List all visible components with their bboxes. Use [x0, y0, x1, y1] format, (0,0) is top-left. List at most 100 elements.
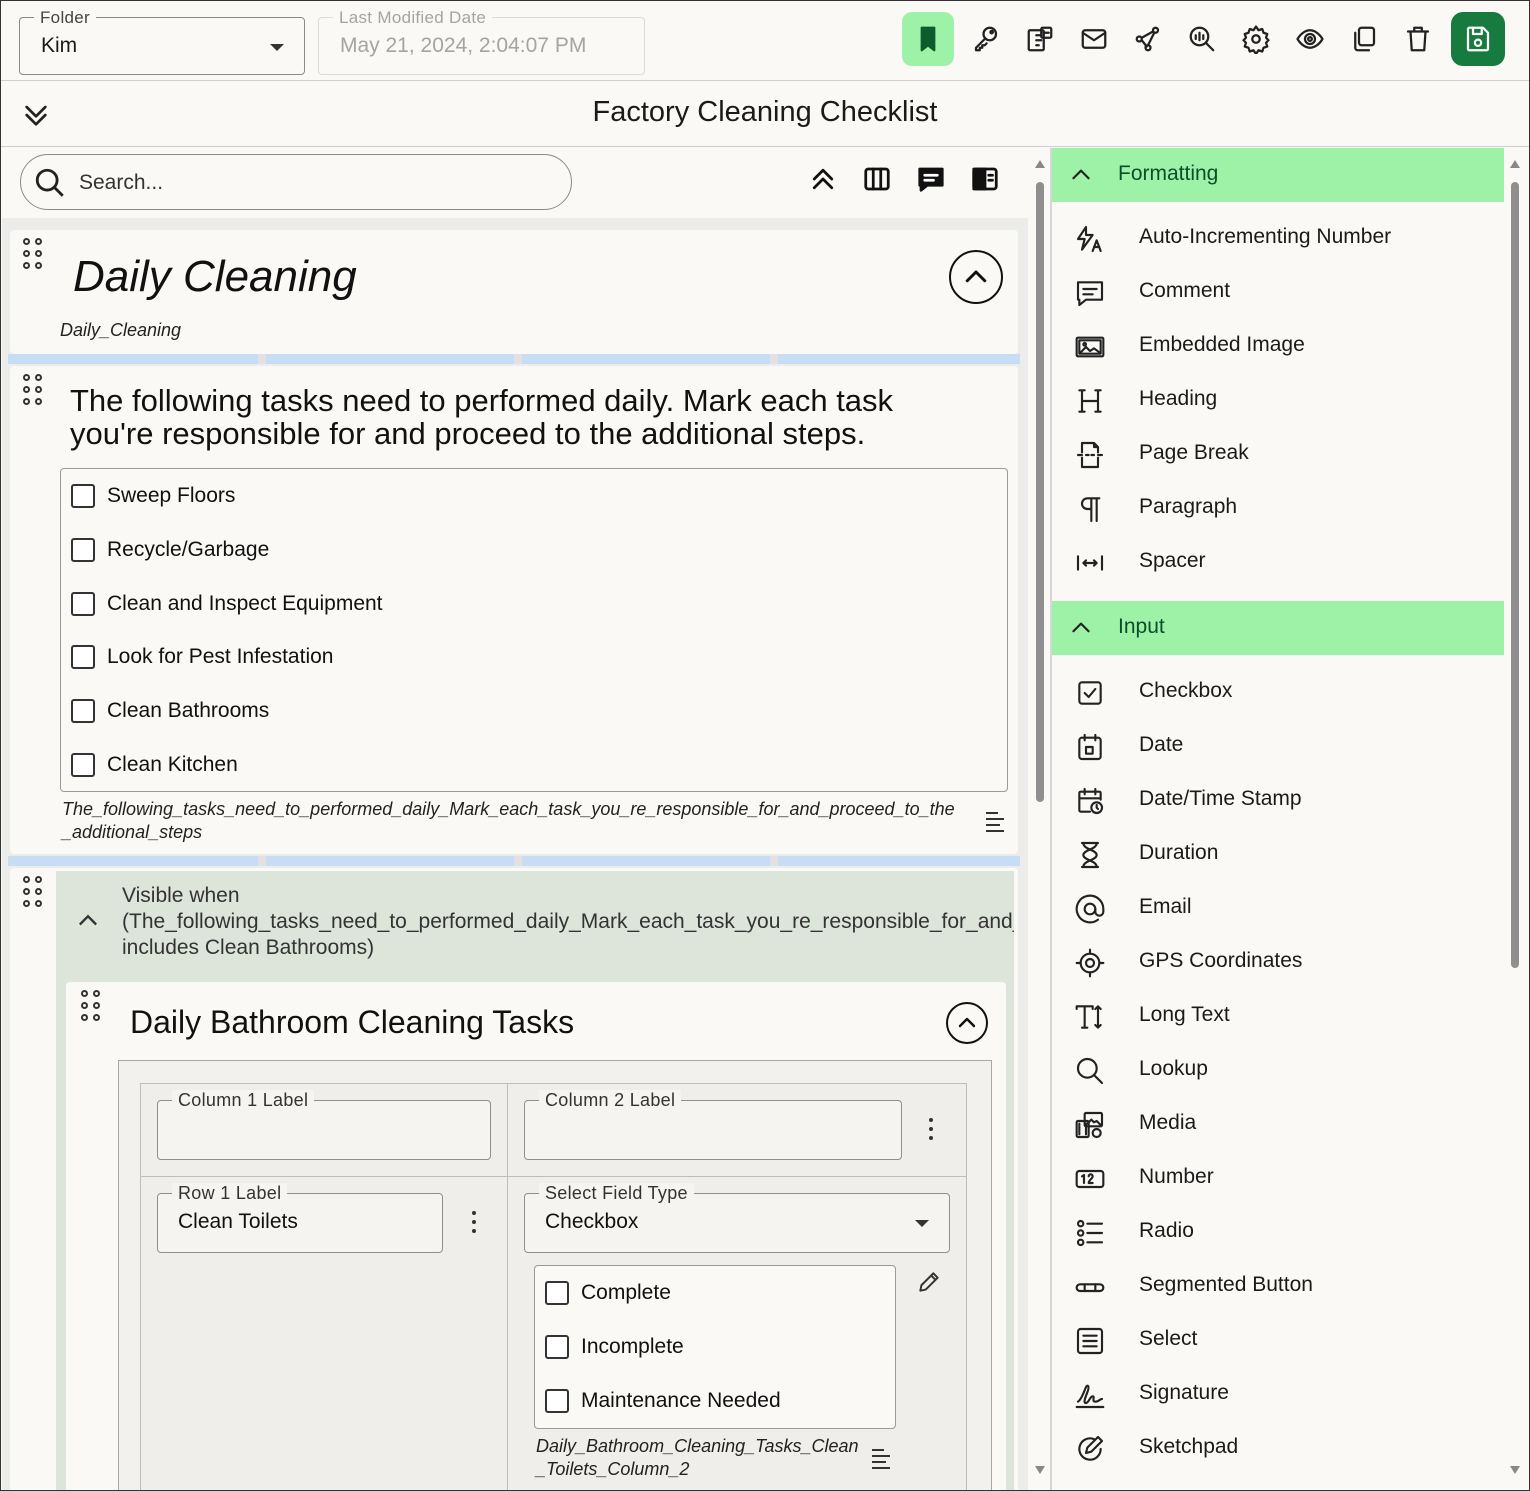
- palette-item-label: Embedded Image: [1139, 333, 1305, 356]
- palette-item-email[interactable]: Email: [1052, 881, 1504, 935]
- share-button[interactable]: [1122, 12, 1174, 66]
- checklist-prompt: The following tasks need to performed da…: [70, 384, 1010, 450]
- collapse-section-button[interactable]: [949, 250, 1003, 304]
- search-icon: [35, 168, 64, 197]
- palette-item-signature[interactable]: Signature: [1052, 1367, 1504, 1421]
- chevron-up-icon: [958, 1017, 976, 1028]
- checkbox[interactable]: [71, 645, 95, 669]
- share-icon: [1135, 26, 1160, 52]
- bookmark-button[interactable]: [902, 12, 954, 66]
- mail-button[interactable]: [1068, 12, 1120, 66]
- palette-item-page-break[interactable]: Page Break: [1052, 427, 1504, 481]
- columns-view-button[interactable]: [862, 164, 896, 198]
- save-button[interactable]: [1451, 12, 1505, 66]
- editor-scrollbar[interactable]: [1033, 156, 1047, 1482]
- palette-item-label: Signature: [1139, 1381, 1229, 1404]
- palette-item-segmented-button[interactable]: Segmented Button: [1052, 1259, 1504, 1313]
- checkbox[interactable]: [71, 699, 95, 723]
- folder-select[interactable]: Folder Kim: [19, 8, 305, 75]
- palette-item-long-text[interactable]: Long Text: [1052, 989, 1504, 1043]
- palette-item-paragraph[interactable]: Paragraph: [1052, 481, 1504, 535]
- conditional-card[interactable]: Visible when (The_following_tasks_need_t…: [10, 868, 1018, 1490]
- palette-item-select[interactable]: Select: [1052, 1313, 1504, 1367]
- checkbox-group: Complete Incomplete Maintenance Needed: [534, 1265, 896, 1429]
- section-heading: Daily Bathroom Cleaning Tasks: [130, 1004, 575, 1040]
- palette-item-checkbox[interactable]: Checkbox: [1052, 665, 1504, 719]
- calendar-icon: [1078, 733, 1102, 761]
- integrations-button[interactable]: [1014, 12, 1066, 66]
- search-input[interactable]: Search...: [20, 154, 572, 210]
- palette-item-gps[interactable]: GPS Coordinates: [1052, 935, 1504, 989]
- palette-item-sketchpad[interactable]: Sketchpad: [1052, 1421, 1504, 1475]
- category-input[interactable]: Input: [1052, 601, 1504, 655]
- palette-item-spacer[interactable]: Spacer: [1052, 535, 1504, 589]
- settings-button[interactable]: [1230, 12, 1282, 66]
- comments-view-button[interactable]: [916, 164, 950, 198]
- checkbox[interactable]: [71, 484, 95, 508]
- checkbox-option[interactable]: Clean Kitchen: [71, 750, 238, 780]
- row-1-label-input[interactable]: Row 1 Label Clean Toilets: [157, 1183, 443, 1253]
- split-view-button[interactable]: [970, 164, 1004, 198]
- checkbox[interactable]: [71, 592, 95, 616]
- field-type-select[interactable]: Select Field Type Checkbox: [524, 1183, 950, 1253]
- palette-item-date[interactable]: Date: [1052, 719, 1504, 773]
- palette-item-number[interactable]: Number: [1052, 1151, 1504, 1205]
- option-label: Recycle/Garbage: [107, 538, 270, 561]
- drag-handle-icon[interactable]: [23, 876, 45, 910]
- checkbox[interactable]: [545, 1281, 569, 1305]
- checkbox-option[interactable]: Sweep Floors: [71, 481, 235, 511]
- duplicate-button[interactable]: [1338, 12, 1390, 66]
- column-menu-icon[interactable]: [928, 1118, 934, 1142]
- column-1-label-input[interactable]: Column 1 Label: [157, 1090, 491, 1160]
- scroll-down-icon[interactable]: [1035, 1466, 1045, 1474]
- checkbox-option[interactable]: Complete: [545, 1278, 671, 1308]
- checklist-card[interactable]: The following tasks need to performed da…: [10, 366, 1018, 854]
- checkbox[interactable]: [545, 1389, 569, 1413]
- checkbox-option[interactable]: Clean Bathrooms: [71, 696, 269, 726]
- checkbox-option[interactable]: Clean and Inspect Equipment: [71, 589, 383, 619]
- drag-handle-icon[interactable]: [23, 374, 45, 408]
- palette-item-datetime-stamp[interactable]: Date/Time Stamp: [1052, 773, 1504, 827]
- delete-button[interactable]: [1392, 12, 1444, 66]
- palette-scrollbar[interactable]: [1508, 156, 1522, 1482]
- checkbox-option[interactable]: Recycle/Garbage: [71, 535, 269, 565]
- pencil-icon[interactable]: [916, 1269, 942, 1295]
- scrollbar-thumb[interactable]: [1036, 182, 1044, 802]
- checkbox[interactable]: [71, 538, 95, 562]
- scroll-down-icon[interactable]: [1510, 1466, 1520, 1474]
- long-text-icon: [1075, 1005, 1102, 1029]
- palette-item-label: Date: [1139, 733, 1184, 756]
- visibility-condition[interactable]: Visible when (The_following_tasks_need_t…: [56, 871, 1014, 981]
- collapse-sections-button[interactable]: [808, 164, 842, 198]
- details-icon[interactable]: [986, 812, 1008, 832]
- row-menu-icon[interactable]: [471, 1211, 477, 1235]
- palette-item-comment[interactable]: Comment: [1052, 265, 1504, 319]
- category-formatting[interactable]: Formatting: [1052, 148, 1504, 202]
- palette-item-heading[interactable]: Heading: [1052, 373, 1504, 427]
- scroll-up-icon[interactable]: [1510, 160, 1520, 168]
- palette-item-radio[interactable]: Radio: [1052, 1205, 1504, 1259]
- palette-item-media[interactable]: Media: [1052, 1097, 1504, 1151]
- palette-item-duration[interactable]: Duration: [1052, 827, 1504, 881]
- drag-handle-icon[interactable]: [23, 238, 45, 272]
- inspect-button[interactable]: [1176, 12, 1228, 66]
- collapse-section-button[interactable]: [946, 1002, 988, 1044]
- palette-item-lookup[interactable]: Lookup: [1052, 1043, 1504, 1097]
- checkbox-option[interactable]: Incomplete: [545, 1332, 684, 1362]
- preview-button[interactable]: [1284, 12, 1336, 66]
- heading-card[interactable]: Daily Cleaning Daily_Cleaning: [10, 230, 1018, 354]
- column-2-label-input[interactable]: Column 2 Label: [524, 1090, 902, 1160]
- palette-item-auto-number[interactable]: Auto-Incrementing Number: [1052, 211, 1504, 265]
- last-modified-value: May 21, 2024, 2:04:07 PM: [340, 34, 587, 57]
- key-button[interactable]: [960, 12, 1012, 66]
- palette-item-embedded-image[interactable]: Embedded Image: [1052, 319, 1504, 373]
- scrollbar-thumb[interactable]: [1511, 182, 1519, 968]
- checkbox-option[interactable]: Maintenance Needed: [545, 1386, 781, 1416]
- scroll-up-icon[interactable]: [1035, 160, 1045, 168]
- drag-handle-icon[interactable]: [81, 990, 103, 1024]
- checkbox[interactable]: [545, 1335, 569, 1359]
- matrix-card[interactable]: Daily Bathroom Cleaning Tasks Column 1 L…: [66, 982, 1006, 1490]
- details-icon[interactable]: [872, 1449, 894, 1469]
- checkbox-option[interactable]: Look for Pest Infestation: [71, 642, 333, 672]
- checkbox[interactable]: [71, 753, 95, 777]
